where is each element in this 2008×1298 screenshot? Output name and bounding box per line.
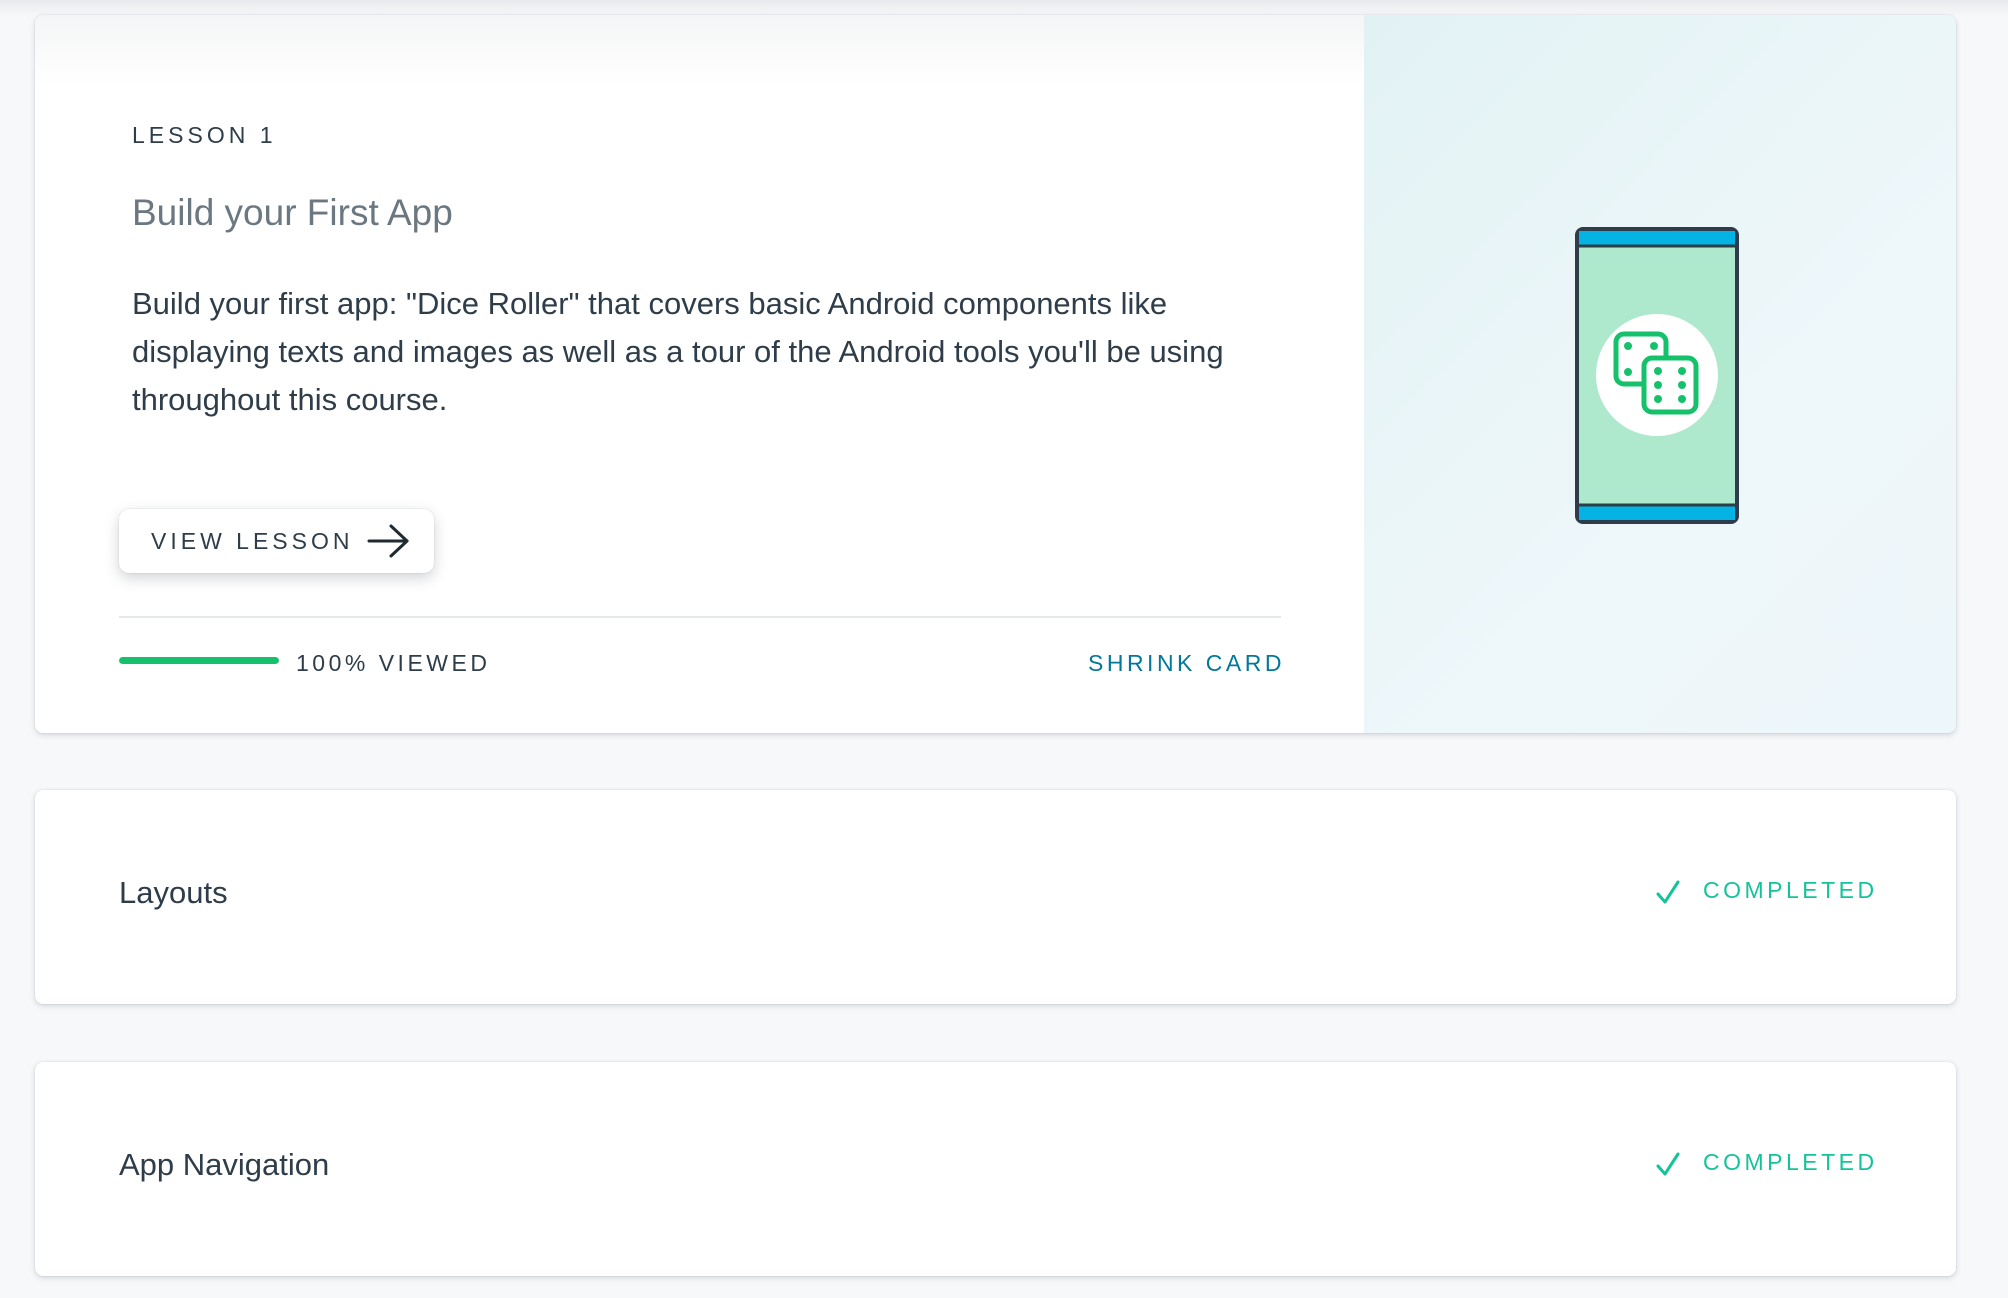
status-completed: COMPLETED: [1655, 875, 1878, 905]
status-label: COMPLETED: [1703, 876, 1878, 903]
lesson-number: LESSON 1: [132, 122, 277, 148]
lesson-card-collapsed[interactable]: Layouts COMPLETED: [35, 790, 1956, 1004]
lesson-title: Build your First App: [132, 192, 453, 233]
lesson-card-content: LESSON 1 Build your First App Build your…: [35, 15, 1364, 733]
shrink-card-link[interactable]: SHRINK CARD: [1088, 650, 1285, 677]
check-icon: [1656, 1152, 1680, 1176]
phone-dice-icon: [1575, 227, 1739, 524]
lesson-title: App Navigation: [119, 1147, 330, 1182]
progress-label: 100% VIEWED: [296, 650, 491, 676]
lesson-title: Layouts: [119, 875, 228, 910]
lesson-description: Build your first app: "Dice Roller" that…: [132, 286, 1224, 417]
arrow-right-icon: [367, 524, 409, 558]
status-completed: COMPLETED: [1655, 1147, 1878, 1177]
card-divider: [119, 616, 1281, 618]
status-label: COMPLETED: [1703, 1148, 1878, 1175]
top-shadow: [0, 0, 2008, 16]
check-icon: [1656, 880, 1680, 904]
lesson-card-expanded: LESSON 1 Build your First App Build your…: [35, 15, 1956, 733]
lesson-illustration-panel: [1364, 15, 1956, 733]
view-lesson-label: VIEW LESSON: [151, 527, 354, 554]
progress-bar-fill: [119, 657, 279, 664]
progress-bar: [119, 657, 279, 664]
lesson-card-collapsed[interactable]: App Navigation COMPLETED: [35, 1062, 1956, 1276]
view-lesson-button[interactable]: VIEW LESSON: [119, 509, 434, 573]
